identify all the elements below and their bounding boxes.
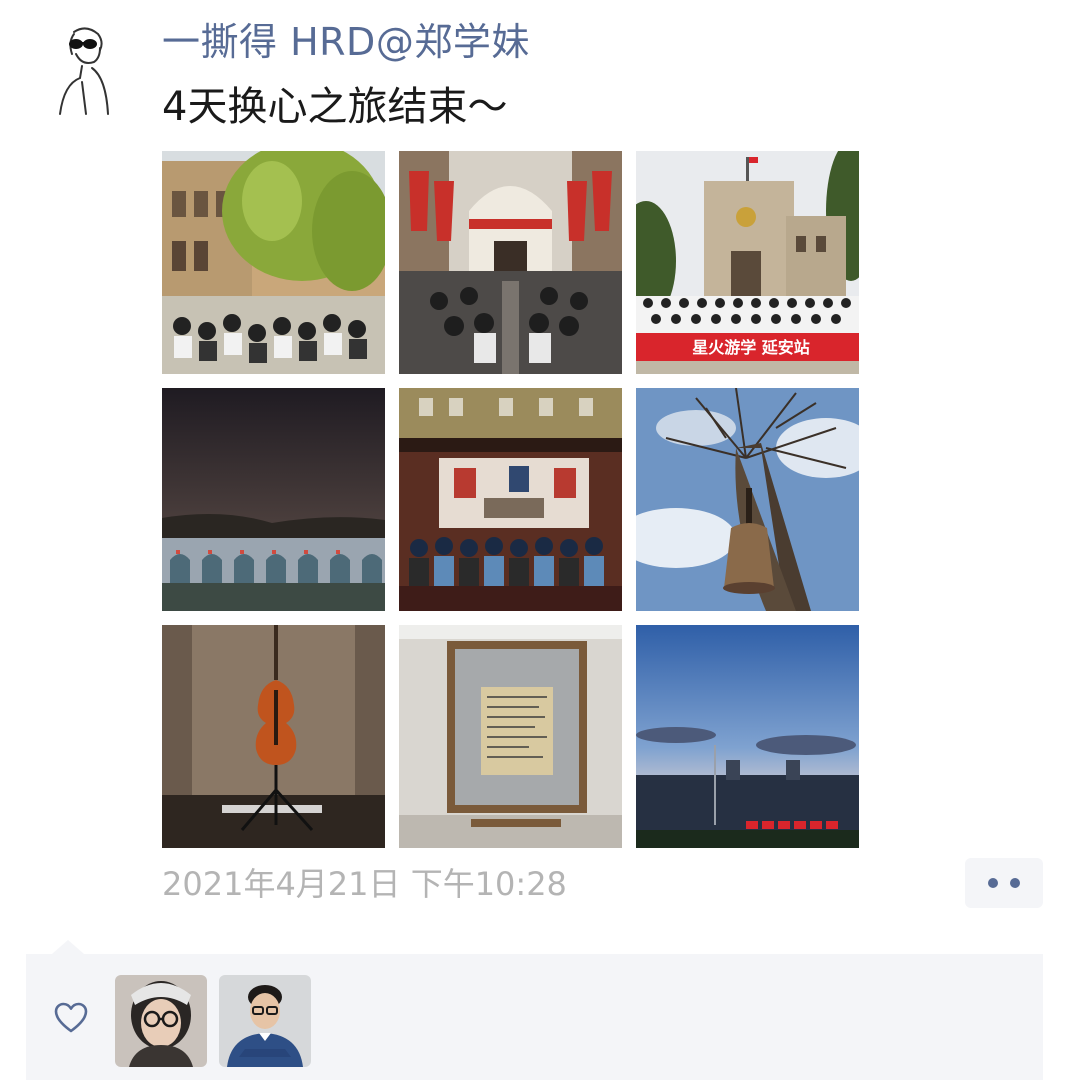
photo-9[interactable] (636, 625, 859, 848)
photo-2[interactable] (399, 151, 622, 374)
author-name[interactable]: 一撕得 HRD@郑学妹 (162, 20, 530, 64)
more-dots-icon-2 (1010, 878, 1020, 888)
post-timestamp: 2021年4月21日 下午10:28 (162, 865, 567, 903)
photo-5[interactable] (399, 388, 622, 611)
liker-avatar-2[interactable] (219, 975, 311, 1067)
more-dots-icon (988, 878, 998, 888)
more-actions-button[interactable] (965, 858, 1043, 908)
photo-3-banner: 星火游学 延安站 (692, 338, 810, 357)
moments-post: 一撕得 HRD@郑学妹 4天换心之旅结束～ 星火游学 延安站 2021年4月21… (0, 0, 1080, 1080)
photo-grid: 星火游学 延安站 (162, 151, 860, 849)
photo-4[interactable] (162, 388, 385, 611)
photo-7[interactable] (162, 625, 385, 848)
author-avatar[interactable] (52, 26, 118, 116)
likes-panel-pointer (52, 940, 84, 954)
likes-panel (26, 954, 1043, 1080)
photo-3[interactable]: 星火游学 延安站 (636, 151, 859, 374)
photo-8[interactable] (399, 625, 622, 848)
liker-avatar-1[interactable] (115, 975, 207, 1067)
photo-1[interactable] (162, 151, 385, 374)
heart-icon (54, 1002, 88, 1034)
post-text: 4天换心之旅结束～ (162, 84, 508, 130)
photo-6[interactable] (636, 388, 859, 611)
